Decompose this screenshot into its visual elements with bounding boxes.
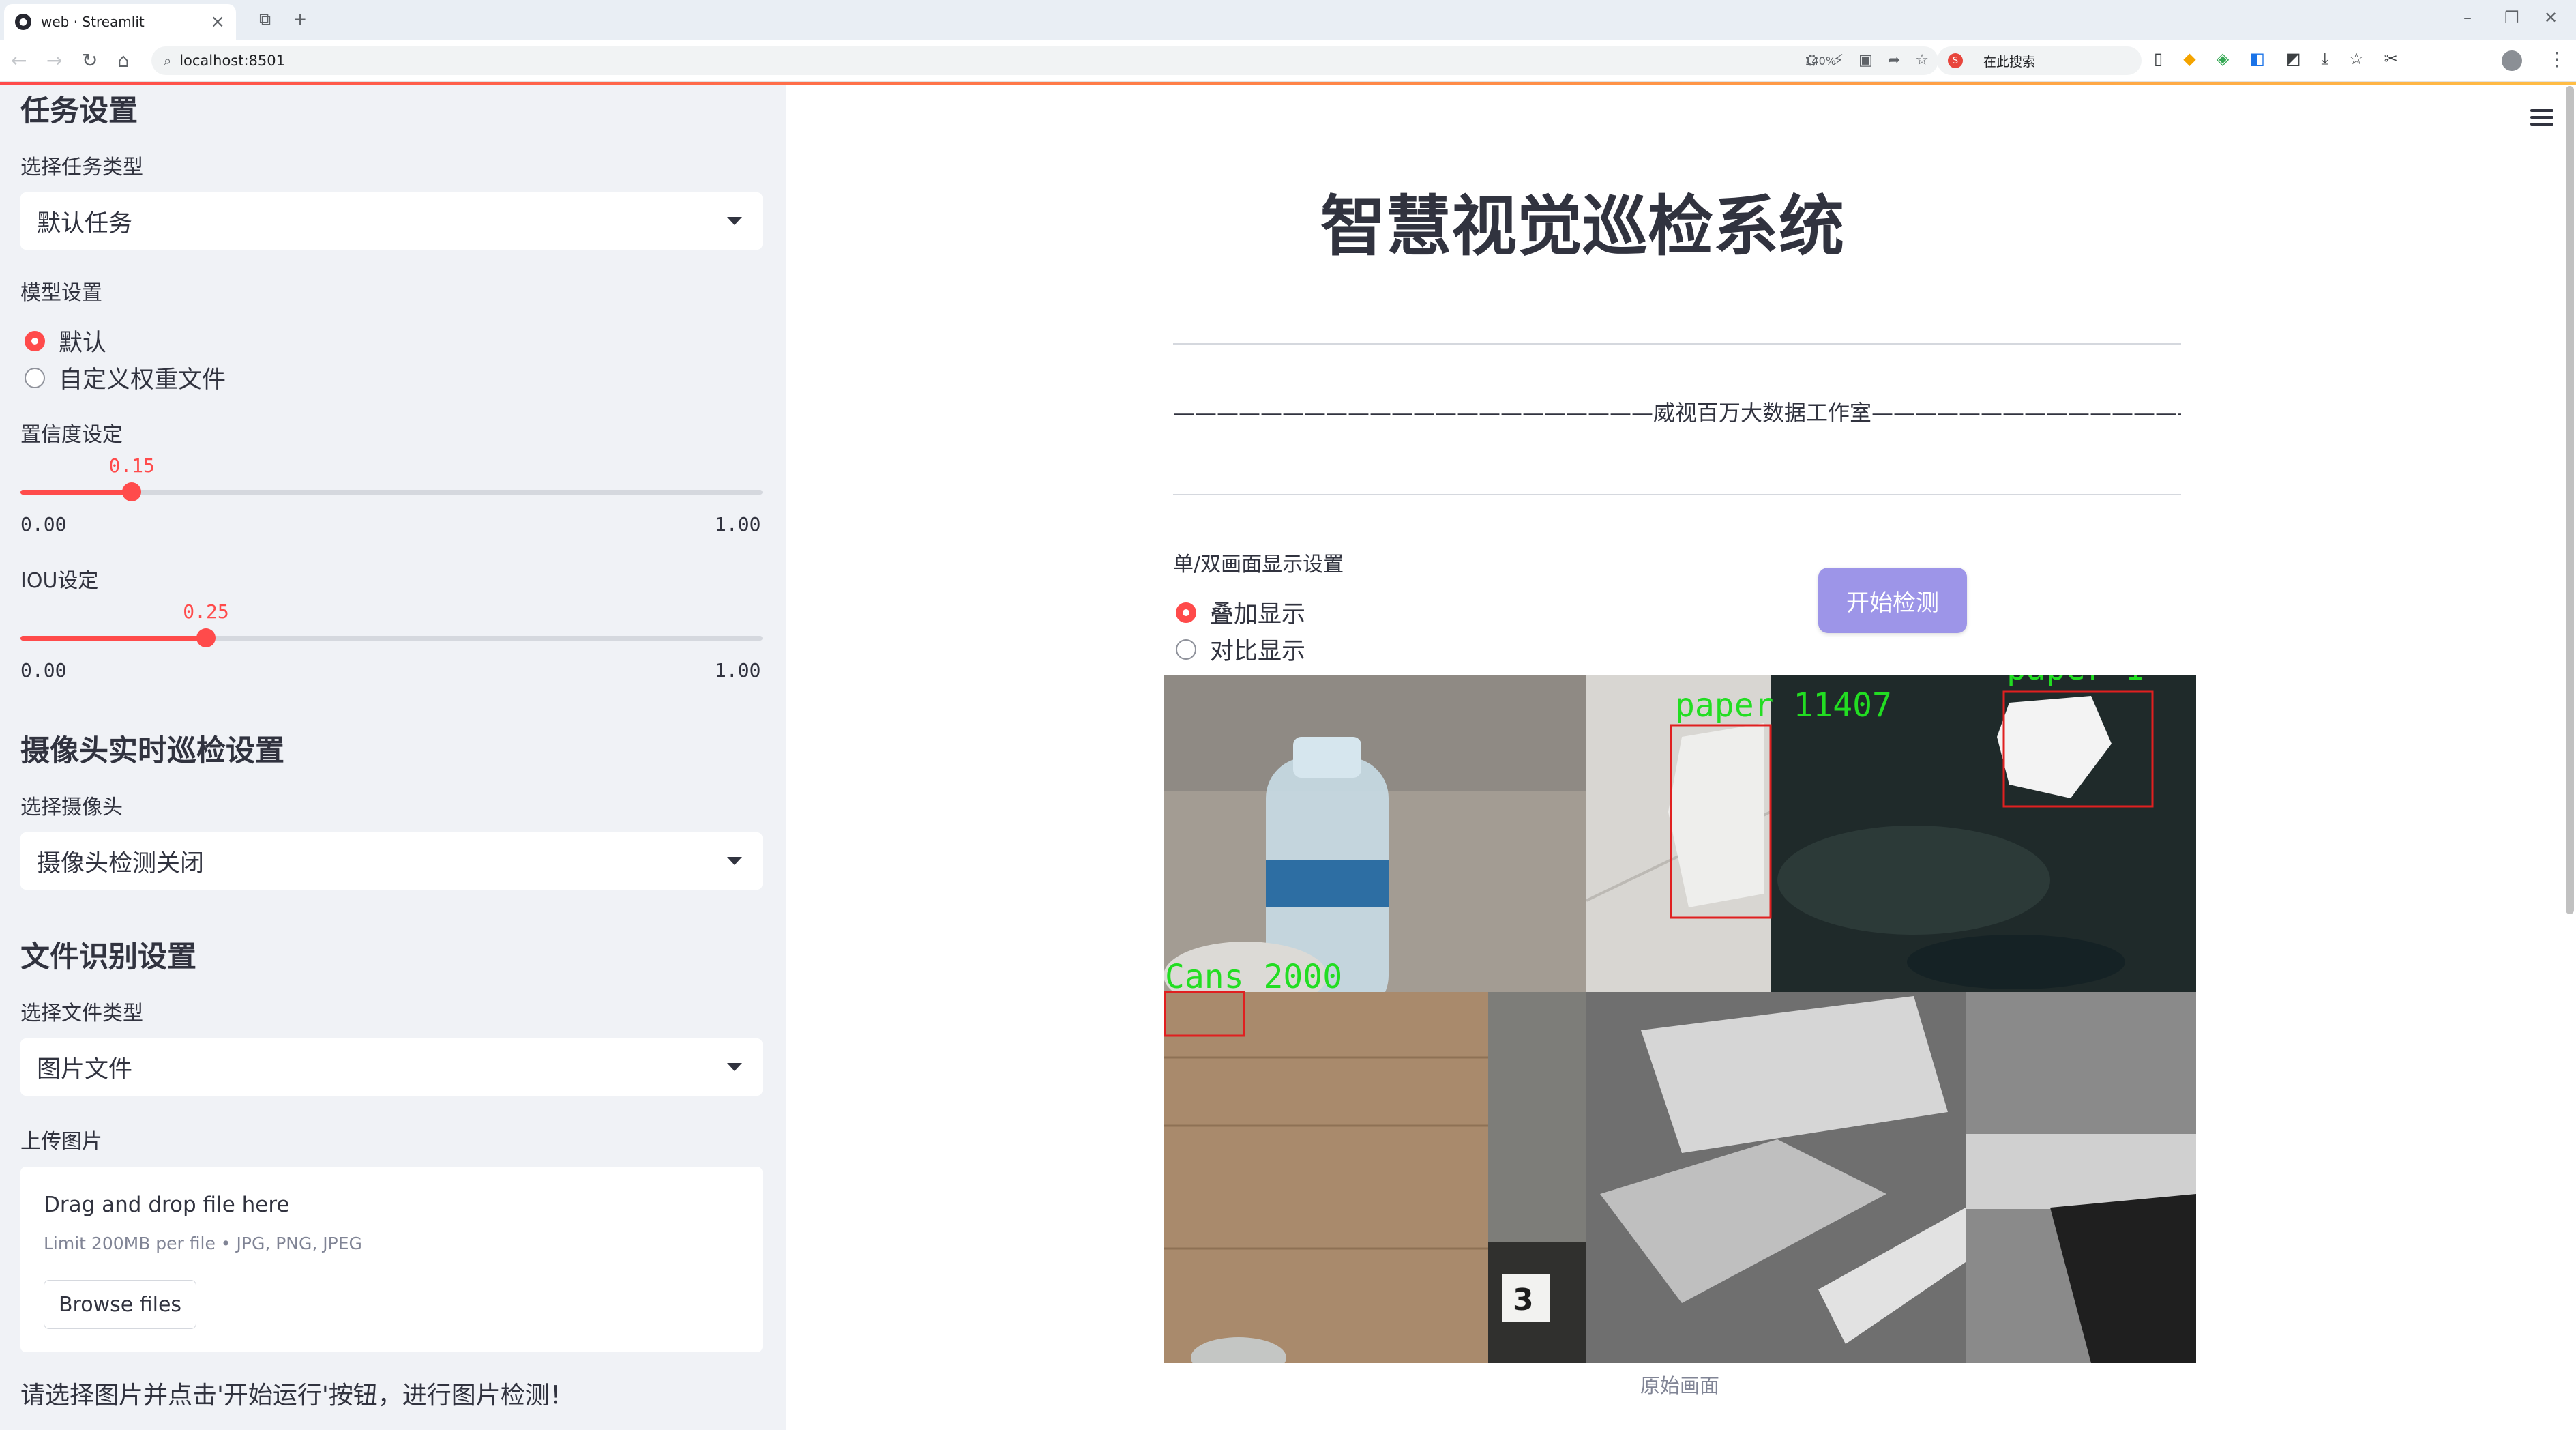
slider-fill — [20, 490, 132, 495]
radio-checked-icon — [25, 330, 45, 351]
search-placeholder: 在此搜索 — [1983, 54, 2036, 70]
file-settings-heading: 文件识别设置 — [20, 940, 196, 974]
file-uploader-dropzone[interactable]: Drag and drop file here Limit 200MB per … — [20, 1167, 763, 1352]
chevron-down-icon — [727, 217, 742, 225]
divider-top — [1173, 343, 2181, 345]
phone-icon[interactable]: ▯ — [2154, 49, 2163, 68]
detection-label-cans: Cans 2000 — [1165, 958, 1342, 996]
image-caption: 原始画面 — [1640, 1374, 1719, 1397]
chevron-down-icon — [727, 857, 742, 865]
extension-dark-icon[interactable]: ◩ — [2285, 49, 2301, 68]
display-mode-label: 单/双画面显示设置 — [1173, 553, 1344, 577]
detection-image: 3 paper 11407 paper 1 Cans 2000 — [1164, 675, 2196, 1363]
camera-settings-heading: 摄像头实时巡检设置 — [20, 734, 284, 768]
start-detection-button[interactable]: 开始检测 — [1818, 568, 1967, 633]
browser-toolbar: ← → ↻ ⌂ ⌕ localhost:8501 140% ⛭ ⚡ ▣ ➦ ☆ … — [0, 40, 2576, 82]
favorites-icon[interactable]: ☆ — [2349, 49, 2364, 68]
chevron-down-icon — [727, 1063, 742, 1071]
sidebar: 任务设置 选择任务类型 默认任务 模型设置 默认 自定义权重文件 置信度设定 0… — [0, 85, 786, 1430]
radio-unchecked-icon — [1176, 639, 1196, 660]
iou-value: 0.25 — [183, 600, 229, 623]
studio-subtitle: ——————————————————————威视百万大数据工作室————————… — [1173, 400, 2181, 426]
iou-label: IOU设定 — [20, 569, 99, 593]
page-scrollbar[interactable] — [2566, 86, 2574, 914]
file-type-select[interactable]: 图片文件 — [20, 1038, 763, 1096]
tab-group-icon[interactable]: ⧉ — [259, 10, 271, 29]
browser-menu-icon[interactable]: ⋮ — [2547, 48, 2566, 70]
divider-bottom — [1173, 494, 2181, 495]
address-bar[interactable]: ⌕ localhost:8501 140% ⛭ ⚡ ▣ ➦ ☆ — [151, 46, 1938, 75]
close-tab-icon[interactable]: × — [210, 12, 225, 32]
model-option-default[interactable]: 默认 — [25, 323, 106, 358]
reload-icon[interactable]: ↻ — [82, 49, 98, 72]
task-type-select[interactable]: 默认任务 — [20, 192, 763, 250]
share-icon[interactable]: ➦ — [1888, 52, 1900, 69]
restore-icon[interactable]: ❐ — [2504, 8, 2519, 27]
camera-select-label: 选择摄像头 — [20, 796, 123, 819]
display-option-label: 对比显示 — [1210, 638, 1306, 665]
home-icon[interactable]: ⌂ — [117, 49, 130, 72]
page-title: 智慧视觉巡检系统 — [1320, 188, 1844, 265]
iou-max: 1.00 — [715, 659, 761, 682]
detection-label-paper: paper 11407 — [1675, 686, 1892, 725]
sidebar-hint-text: 请选择图片并点击'开始运行'按钮，进行图片检测！ — [20, 1382, 574, 1410]
model-option-label: 默认 — [59, 330, 107, 357]
file-type-label: 选择文件类型 — [20, 1002, 143, 1025]
screenshot-icon[interactable]: ✂ — [2384, 49, 2398, 68]
search-icon: ⌕ — [164, 53, 172, 69]
display-option-overlay[interactable]: 叠加显示 — [1176, 595, 1305, 630]
iou-min: 0.00 — [20, 659, 67, 682]
confidence-value: 0.15 — [108, 454, 155, 477]
drag-drop-text: Drag and drop file here — [44, 1193, 290, 1217]
camera-select-value: 摄像头检测关闭 — [37, 849, 205, 877]
display-option-label: 叠加显示 — [1210, 601, 1306, 628]
back-icon[interactable]: ← — [11, 49, 27, 72]
camera-select[interactable]: 摄像头检测关闭 — [20, 832, 763, 890]
slider-thumb[interactable] — [196, 628, 216, 647]
bookmark-star-icon[interactable]: ☆ — [1915, 52, 1929, 69]
tab-title: web · Streamlit — [41, 14, 145, 30]
model-option-label: 自定义权重文件 — [59, 366, 226, 394]
panel-digit: 3 — [1513, 1283, 1534, 1317]
confidence-slider[interactable] — [20, 482, 763, 501]
confidence-label: 置信度设定 — [20, 423, 123, 447]
minimize-icon[interactable]: – — [2463, 8, 2472, 27]
extension-blue-icon[interactable]: ◧ — [2249, 49, 2265, 68]
detection-label-paper-2: paper 1 — [2007, 675, 2144, 688]
bolt-icon[interactable]: ⚡ — [1833, 52, 1844, 69]
streamlit-favicon-icon: ● — [15, 14, 31, 30]
radio-unchecked-icon — [25, 367, 45, 388]
slider-fill — [20, 636, 206, 641]
task-settings-heading: 任务设置 — [20, 94, 138, 128]
browser-tab-bar: ● web · Streamlit × ⧉ + – ❐ ✕ — [0, 0, 2576, 40]
confidence-min: 0.00 — [20, 513, 67, 536]
slider-thumb[interactable] — [122, 482, 142, 501]
browser-tab[interactable]: ● web · Streamlit × — [4, 4, 236, 40]
extension-color-icon[interactable]: ◆ — [2183, 49, 2195, 68]
confidence-max: 1.00 — [715, 513, 761, 536]
reader-icon[interactable]: ▣ — [1859, 52, 1873, 69]
task-type-value: 默认任务 — [37, 209, 133, 237]
model-settings-label: 模型设置 — [20, 281, 102, 305]
profile-avatar[interactable] — [2502, 50, 2522, 71]
main-menu-icon[interactable] — [2530, 109, 2553, 130]
extension-green-icon[interactable]: ◈ — [2217, 49, 2229, 68]
upload-label: 上传图片 — [20, 1130, 102, 1154]
file-type-value: 图片文件 — [37, 1055, 133, 1083]
search-engine-icon: S — [1948, 53, 1963, 68]
task-type-label: 选择任务类型 — [20, 156, 143, 179]
model-option-custom[interactable]: 自定义权重文件 — [25, 360, 226, 395]
iou-slider[interactable] — [20, 628, 763, 647]
upload-limit-text: Limit 200MB per file • JPG, PNG, JPEG — [44, 1234, 362, 1253]
download-icon[interactable]: ⤓ — [2322, 49, 2329, 68]
display-option-compare[interactable]: 对比显示 — [1176, 632, 1305, 667]
forward-icon[interactable]: → — [46, 49, 62, 72]
translate-icon[interactable]: ⛭ — [1806, 52, 1818, 69]
radio-checked-icon — [1176, 602, 1196, 623]
browse-files-button[interactable]: Browse files — [44, 1280, 196, 1329]
new-tab-icon[interactable]: + — [293, 10, 307, 29]
url-text: localhost:8501 — [179, 53, 285, 69]
window-close-icon[interactable]: ✕ — [2544, 8, 2558, 27]
search-box[interactable]: S 在此搜索 — [1937, 46, 2142, 75]
